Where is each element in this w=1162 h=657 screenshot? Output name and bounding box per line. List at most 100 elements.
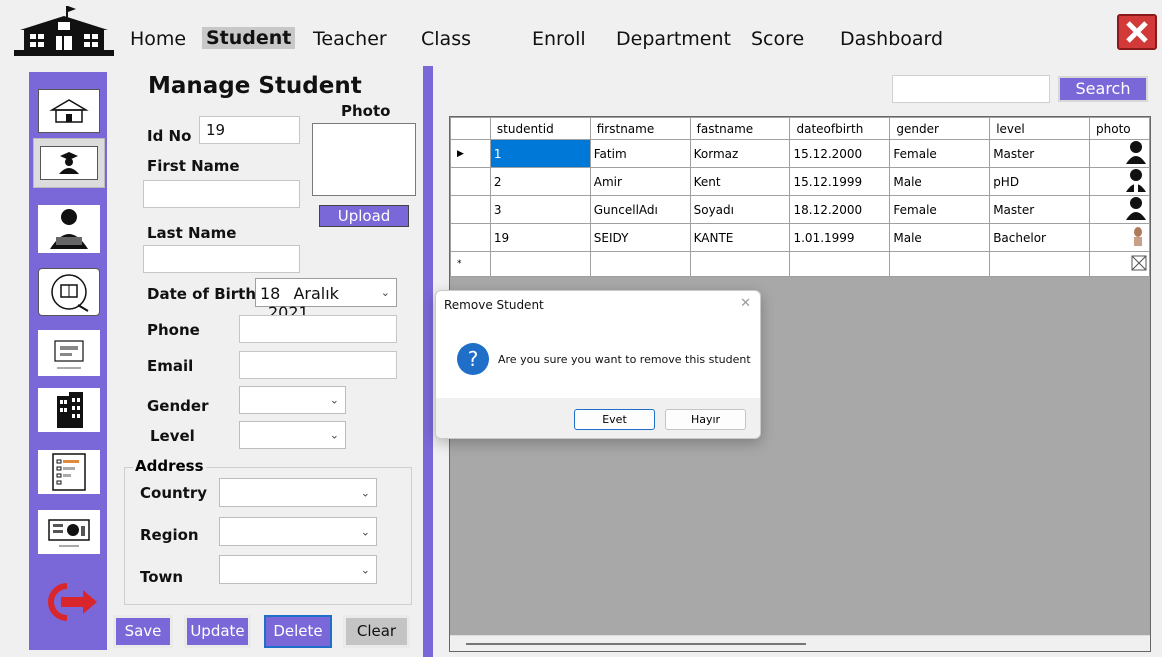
dob-month: Aralık bbox=[293, 284, 339, 303]
column-header[interactable]: firstname bbox=[589, 117, 691, 140]
enroll-icon bbox=[54, 340, 84, 369]
sidebar-score-button[interactable] bbox=[38, 450, 100, 494]
table-cell[interactable]: pHD bbox=[989, 167, 1091, 196]
column-header[interactable]: studentid bbox=[489, 117, 591, 140]
table-cell-photo[interactable] bbox=[1089, 251, 1150, 277]
nav-dashboard[interactable]: Dashboard bbox=[840, 28, 943, 50]
table-row[interactable]: 19 SEIDY KANTE 1.01.1999 Male Bachelor bbox=[450, 223, 1150, 252]
nav-department[interactable]: Department bbox=[616, 28, 731, 50]
email-field[interactable] bbox=[239, 351, 397, 379]
close-app-button[interactable] bbox=[1117, 14, 1157, 50]
table-cell[interactable]: 1 bbox=[489, 139, 591, 168]
nav-score[interactable]: Score bbox=[751, 28, 804, 50]
table-cell[interactable] bbox=[689, 251, 791, 277]
table-cell-photo[interactable] bbox=[1089, 223, 1150, 252]
table-cell[interactable] bbox=[489, 251, 591, 277]
dob-day: 18 bbox=[260, 284, 281, 303]
lastname-label: Last Name bbox=[147, 224, 237, 242]
table-cell[interactable]: Master bbox=[989, 139, 1091, 168]
table-cell[interactable]: 3 bbox=[489, 195, 591, 224]
sidebar-dashboard-button[interactable] bbox=[38, 510, 100, 554]
phone-field[interactable] bbox=[239, 315, 397, 343]
column-header[interactable]: photo bbox=[1089, 117, 1150, 140]
firstname-field[interactable] bbox=[143, 180, 300, 208]
dialog-close-icon[interactable]: ✕ bbox=[740, 295, 751, 311]
table-row[interactable]: ▶ 1 Fatim Kormaz 15.12.2000 Female Maste… bbox=[450, 139, 1150, 168]
empty-image-icon bbox=[1131, 255, 1147, 270]
sidebar-enroll-button[interactable] bbox=[38, 330, 100, 376]
table-cell[interactable] bbox=[889, 251, 991, 277]
table-cell[interactable]: SEIDY bbox=[589, 223, 691, 252]
gender-select[interactable]: ⌄ bbox=[239, 386, 346, 414]
table-cell[interactable]: Amir bbox=[589, 167, 691, 196]
sidebar-class-button[interactable] bbox=[38, 268, 100, 316]
table-cell[interactable]: 1.01.1999 bbox=[789, 223, 891, 252]
chevron-down-icon: ⌄ bbox=[360, 564, 370, 576]
scrollbar-thumb[interactable] bbox=[466, 643, 806, 645]
school-icon bbox=[49, 99, 89, 123]
delete-button[interactable]: Delete bbox=[264, 615, 332, 648]
table-cell[interactable]: Female bbox=[889, 139, 991, 168]
table-new-row[interactable]: * bbox=[450, 251, 1150, 277]
table-row[interactable]: 2 Amir Kent 15.12.1999 Male pHD bbox=[450, 167, 1150, 196]
table-cell[interactable]: KANTE bbox=[689, 223, 791, 252]
column-header[interactable]: fastname bbox=[689, 117, 791, 140]
table-cell-photo[interactable] bbox=[1089, 139, 1150, 168]
table-cell[interactable] bbox=[789, 251, 891, 277]
table-cell[interactable]: 2 bbox=[489, 167, 591, 196]
phone-label: Phone bbox=[147, 321, 200, 339]
logout-button[interactable] bbox=[37, 580, 101, 624]
table-cell[interactable] bbox=[589, 251, 691, 277]
yes-button[interactable]: Evet bbox=[574, 409, 655, 430]
table-cell[interactable]: Fatim bbox=[589, 139, 691, 168]
table-cell[interactable]: Male bbox=[889, 167, 991, 196]
table-cell[interactable]: GuncellAdı bbox=[589, 195, 691, 224]
page-title: Manage Student bbox=[148, 73, 362, 99]
table-cell[interactable]: Kent bbox=[689, 167, 791, 196]
nav-class[interactable]: Class bbox=[421, 28, 471, 50]
table-cell[interactable]: Master bbox=[989, 195, 1091, 224]
clear-button[interactable]: Clear bbox=[343, 615, 410, 648]
no-button[interactable]: Hayır bbox=[665, 409, 746, 430]
save-button[interactable]: Save bbox=[113, 615, 173, 648]
table-cell[interactable]: Bachelor bbox=[989, 223, 1091, 252]
table-cell[interactable]: Kormaz bbox=[689, 139, 791, 168]
column-header[interactable]: level bbox=[989, 117, 1091, 140]
horizontal-scrollbar[interactable] bbox=[450, 635, 1150, 651]
sidebar-home-button[interactable] bbox=[38, 89, 100, 133]
dob-picker[interactable]: 18 Aralık 2021 ⌄ bbox=[255, 278, 397, 322]
sidebar-student-button[interactable] bbox=[33, 138, 105, 188]
nav-student[interactable]: Student bbox=[202, 27, 296, 49]
lastname-field[interactable] bbox=[143, 245, 300, 273]
country-select[interactable]: ⌄ bbox=[219, 478, 377, 507]
town-label: Town bbox=[140, 568, 184, 586]
region-select[interactable]: ⌄ bbox=[219, 517, 377, 546]
update-button[interactable]: Update bbox=[184, 615, 251, 648]
nav-teacher[interactable]: Teacher bbox=[313, 28, 387, 50]
sidebar-teacher-button[interactable] bbox=[38, 205, 100, 253]
search-button[interactable]: Search bbox=[1058, 76, 1148, 102]
upload-button[interactable]: Upload bbox=[319, 205, 409, 227]
nav-enroll[interactable]: Enroll bbox=[532, 28, 586, 50]
table-cell[interactable]: 15.12.2000 bbox=[789, 139, 891, 168]
table-cell[interactable] bbox=[989, 251, 1091, 277]
level-select[interactable]: ⌄ bbox=[239, 421, 346, 449]
table-cell[interactable]: 19 bbox=[489, 223, 591, 252]
female-avatar-icon bbox=[1126, 141, 1146, 164]
search-input[interactable] bbox=[892, 75, 1050, 103]
id-field[interactable]: 19 bbox=[199, 116, 300, 144]
column-header[interactable]: gender bbox=[889, 117, 991, 140]
table-cell-photo[interactable] bbox=[1089, 195, 1150, 224]
table-cell[interactable]: Female bbox=[889, 195, 991, 224]
column-header[interactable]: dateofbirth bbox=[789, 117, 891, 140]
table-cell-photo[interactable] bbox=[1089, 167, 1150, 196]
table-cell[interactable]: Male bbox=[889, 223, 991, 252]
table-cell[interactable]: 18.12.2000 bbox=[789, 195, 891, 224]
nav-home[interactable]: Home bbox=[130, 28, 186, 50]
table-cell[interactable]: Soyadı bbox=[689, 195, 791, 224]
town-select[interactable]: ⌄ bbox=[219, 555, 377, 584]
sidebar-department-button[interactable] bbox=[38, 388, 100, 432]
close-icon bbox=[1126, 21, 1148, 43]
table-row[interactable]: 3 GuncellAdı Soyadı 18.12.2000 Female Ma… bbox=[450, 195, 1150, 224]
table-cell[interactable]: 15.12.1999 bbox=[789, 167, 891, 196]
